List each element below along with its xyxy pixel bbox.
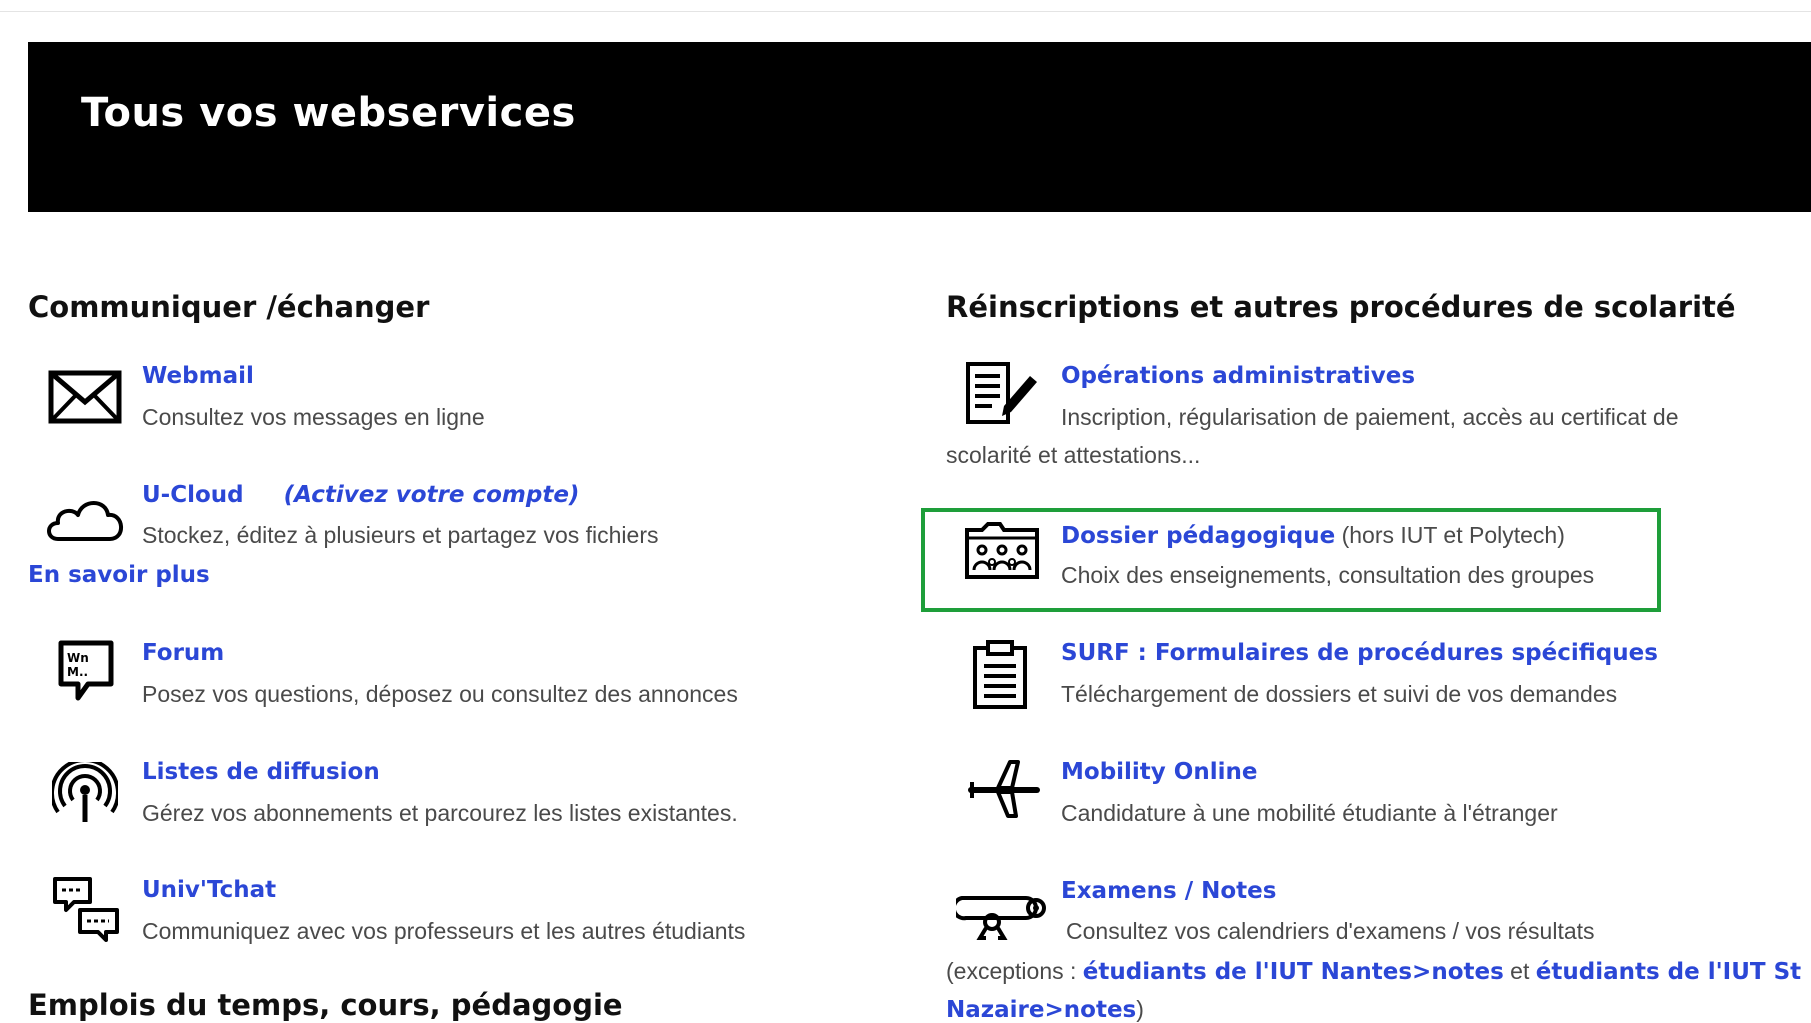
ucloud-row: U-Cloud (Activez votre compte) (142, 482, 579, 508)
pedagogic-file-row: Dossier pédagogique (hors IUT et Polytec… (1061, 522, 1565, 549)
mailing-lists-description: Gérez vos abonnements et parcourez les l… (142, 800, 738, 826)
diploma-icon (956, 888, 1048, 940)
univtchat-link[interactable]: Univ'Tchat (142, 877, 276, 903)
univtchat-description: Communiquez avec vos professeurs et les … (142, 918, 746, 944)
admin-operations-link[interactable]: Opérations administratives (1061, 363, 1415, 389)
mobility-online-link[interactable]: Mobility Online (1061, 759, 1257, 785)
clipboard-icon (972, 640, 1028, 710)
activate-account-link[interactable]: (Activez votre compte) (284, 482, 580, 508)
exams-link[interactable]: Examens / Notes (1061, 878, 1276, 904)
svg-text:Wn: Wn (67, 651, 89, 665)
exams-description: Consultez vos calendriers d'examens / vo… (1066, 918, 1595, 944)
exams-exceptions-line2: Nazaire>notes) (946, 996, 1144, 1023)
exceptions-prefix: (exceptions : (946, 958, 1083, 984)
broadcast-icon (52, 762, 118, 824)
iut-nantes-notes-link[interactable]: étudiants de l'IUT Nantes>notes (1083, 959, 1504, 985)
section-title-emplois: Emplois du temps, cours, pédagogie (28, 988, 623, 1022)
top-divider (0, 11, 1811, 12)
airplane-icon (968, 758, 1040, 820)
learn-more-link[interactable]: En savoir plus (28, 562, 210, 588)
iut-st-nazaire-notes-link-cont[interactable]: Nazaire>notes (946, 997, 1136, 1023)
webmail-description: Consultez vos messages en ligne (142, 404, 485, 430)
mailing-lists-link[interactable]: Listes de diffusion (142, 759, 380, 785)
banner: Tous vos webservices (28, 42, 1811, 212)
document-edit-icon (964, 360, 1040, 426)
pedagogic-file-link[interactable]: Dossier pédagogique (1061, 523, 1335, 549)
forum-description: Posez vos questions, déposez ou consulte… (142, 681, 738, 707)
page-title: Tous vos webservices (81, 90, 576, 136)
ucloud-description: Stockez, éditez à plusieurs et partagez … (142, 522, 659, 548)
surf-link[interactable]: SURF : Formulaires de procédures spécifi… (1061, 640, 1658, 666)
admin-operations-description-line2: scolarité et attestations... (946, 442, 1201, 468)
forum-icon: Wn M.. (58, 640, 114, 702)
group-folder-icon (964, 520, 1040, 580)
webmail-link[interactable]: Webmail (142, 363, 254, 389)
admin-operations-description-line1: Inscription, régularisation de paiement,… (1061, 404, 1679, 430)
forum-link[interactable]: Forum (142, 640, 224, 666)
section-title-communiquer: Communiquer /échanger (28, 290, 430, 324)
pedagogic-file-description: Choix des enseignements, consultation de… (1061, 562, 1595, 588)
exams-exceptions-line1: (exceptions : étudiants de l'IUT Nantes>… (946, 958, 1801, 985)
mobility-online-description: Candidature à une mobilité étudiante à l… (1061, 800, 1558, 826)
envelope-icon (48, 370, 122, 424)
cloud-icon (44, 495, 126, 545)
exceptions-suffix: ) (1136, 996, 1144, 1022)
ucloud-link[interactable]: U-Cloud (142, 482, 244, 508)
surf-description: Téléchargement de dossiers et suivi de v… (1061, 681, 1618, 707)
iut-st-nazaire-notes-link[interactable]: étudiants de l'IUT St (1536, 959, 1801, 985)
section-title-reinscriptions: Réinscriptions et autres procédures de s… (946, 290, 1736, 324)
exceptions-between: et (1503, 958, 1536, 984)
svg-text:M..: M.. (67, 665, 88, 679)
pedagogic-file-note: (hors IUT et Polytech) (1335, 522, 1565, 548)
chat-icon (52, 876, 120, 942)
